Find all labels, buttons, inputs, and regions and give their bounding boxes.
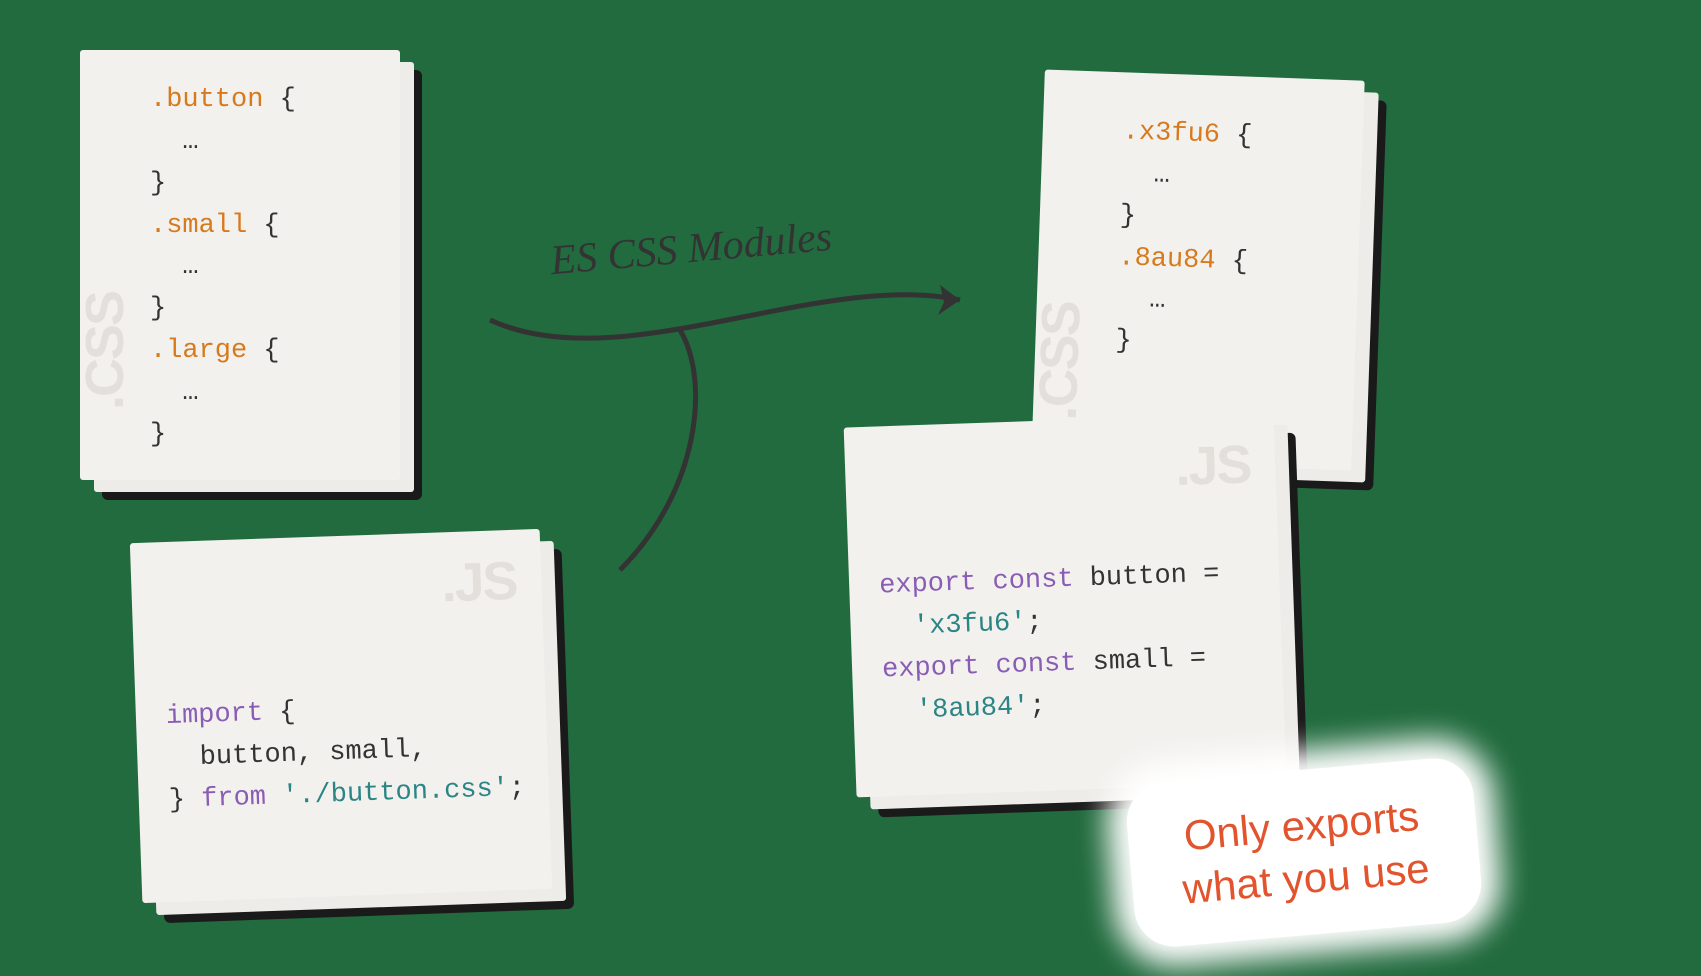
keyword-from: from — [201, 782, 267, 814]
brace: { — [263, 698, 296, 729]
brace: } — [168, 785, 201, 816]
keyword-export: export — [879, 568, 977, 601]
brace: } — [150, 169, 166, 199]
brace: { — [247, 211, 279, 241]
keyword-const: const — [976, 565, 1074, 598]
selector-hash2: .8au84 — [1118, 243, 1216, 276]
ellipsis: … — [1121, 159, 1171, 191]
keyword-export: export — [882, 652, 980, 685]
ellipsis: … — [150, 127, 199, 157]
selector-large: .large — [150, 336, 247, 366]
selector-button: .button — [150, 85, 263, 115]
ellipsis: … — [150, 378, 199, 408]
string-val2: '8au84' — [883, 692, 1030, 727]
code-block: .x3fu6 { … } .8au84 { … } — [1115, 112, 1253, 367]
js-watermark: .JS — [1174, 433, 1251, 498]
output-css-page: .CSS .x3fu6 { … } .8au84 { … } — [1031, 70, 1364, 471]
equals: = — [1203, 560, 1220, 591]
selector-small: .small — [150, 211, 247, 241]
css-watermark: .CSS — [1027, 301, 1093, 421]
semicolon: ; — [1029, 691, 1046, 722]
code-block: import { button, small, } from './button… — [165, 685, 526, 823]
ellipsis: … — [150, 252, 199, 282]
brace: } — [150, 420, 166, 450]
code-block: .button { … } .small { … } .large { … } — [150, 80, 296, 457]
semicolon: ; — [1026, 608, 1043, 639]
input-css-page: .CSS .button { … } .small { … } .large {… — [80, 50, 400, 480]
brace: } — [150, 294, 166, 324]
equals: = — [1189, 644, 1206, 675]
brace: { — [247, 336, 279, 366]
code-block: export const button = 'x3fu6'; export co… — [879, 555, 1225, 734]
css-watermark: .CSS — [74, 292, 136, 410]
identifiers: button, small, — [167, 735, 427, 774]
string-val1: 'x3fu6' — [880, 608, 1027, 643]
output-js-page: .JS export const button = 'x3fu6'; expor… — [844, 413, 1287, 798]
brace: { — [263, 85, 295, 115]
brace: { — [1215, 246, 1248, 277]
string-path: './button.css' — [265, 774, 509, 812]
brace: } — [1115, 326, 1132, 357]
callout-badge: Only exports what you use — [1123, 755, 1484, 950]
keyword-import: import — [165, 699, 263, 732]
brace: } — [1119, 201, 1136, 232]
brace: { — [1219, 121, 1252, 152]
selector-hash1: .x3fu6 — [1122, 117, 1220, 150]
ellipsis: … — [1116, 285, 1166, 317]
keyword-const: const — [979, 648, 1077, 681]
semicolon: ; — [508, 773, 525, 804]
identifier-small: small — [1076, 644, 1190, 678]
identifier-button: button — [1073, 560, 1204, 595]
